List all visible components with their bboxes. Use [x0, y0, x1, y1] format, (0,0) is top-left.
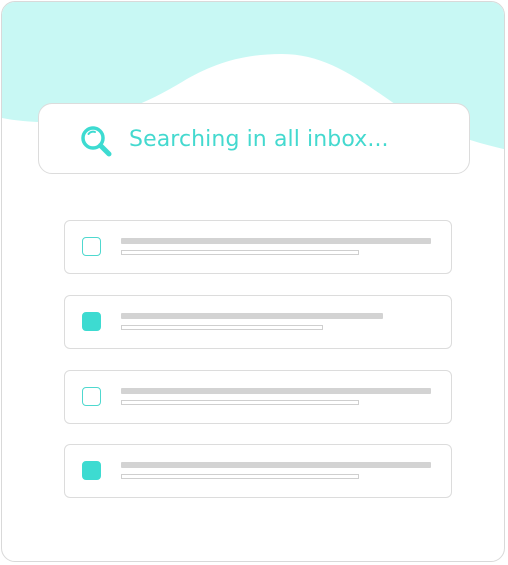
preview-placeholder-line	[121, 250, 359, 255]
preview-placeholder-line	[121, 325, 323, 330]
search-icon	[81, 126, 112, 157]
checkbox[interactable]	[82, 312, 101, 331]
subject-placeholder-line	[121, 238, 431, 244]
subject-placeholder-line	[121, 388, 431, 394]
subject-placeholder-line	[121, 462, 431, 468]
subject-placeholder-line	[121, 313, 383, 319]
inbox-card: Searching in all inbox...	[1, 1, 505, 562]
list-item[interactable]	[64, 444, 452, 498]
search-input[interactable]: Searching in all inbox...	[129, 124, 389, 156]
preview-placeholder-line	[121, 474, 359, 479]
checkbox[interactable]	[82, 387, 101, 406]
checkbox[interactable]	[82, 237, 101, 256]
preview-placeholder-line	[121, 400, 359, 405]
list-item[interactable]	[64, 295, 452, 349]
checkbox[interactable]	[82, 461, 101, 480]
list-item[interactable]	[64, 370, 452, 424]
list-item[interactable]	[64, 220, 452, 274]
search-box[interactable]: Searching in all inbox...	[38, 103, 470, 174]
